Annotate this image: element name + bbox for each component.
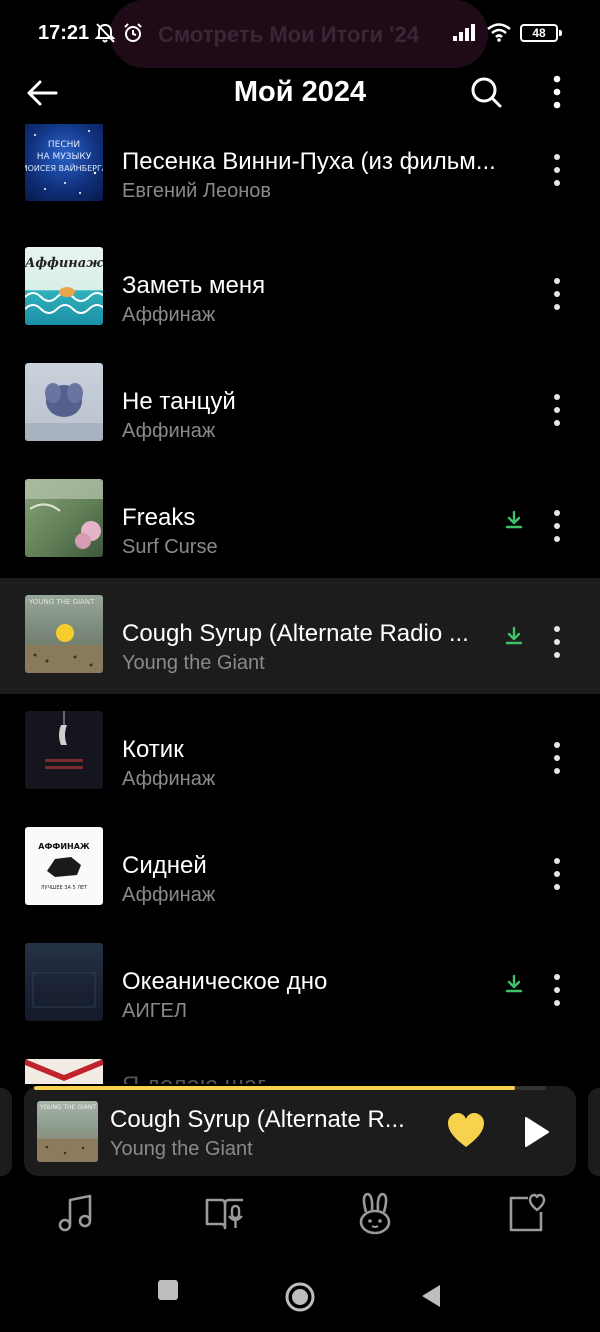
bottom-navigation <box>0 1190 600 1250</box>
cover-logo-text: Аффинаж <box>25 256 103 271</box>
kids-bunny-icon[interactable] <box>351 1190 399 1238</box>
album-cover <box>25 363 103 441</box>
track-more-icon[interactable] <box>547 972 567 1012</box>
mini-player[interactable]: YOUNG THE GIANT Cough Syrup (Alternate R… <box>24 1086 576 1176</box>
mini-player-area: YOUNG THE GIANT Cough Syrup (Alternate R… <box>0 1084 600 1178</box>
mini-player-cover-art: YOUNG THE GIANT <box>37 1104 98 1162</box>
search-icon[interactable] <box>466 72 506 112</box>
track-more-icon[interactable] <box>547 392 567 432</box>
playback-progress-bar[interactable] <box>34 1086 546 1090</box>
downloaded-icon <box>505 626 523 645</box>
track-list[interactable]: ПЕСНИ НА МУЗЫКУ МОИСЕЯ ВАЙНБЕРГА Песенка… <box>0 124 600 1084</box>
track-row[interactable]: Freaks Surf Curse <box>0 462 600 578</box>
album-cover-art: YOUNG THE GIANT <box>25 598 103 673</box>
cover-band-text: YOUNG THE GIANT <box>28 598 95 606</box>
track-title: Freaks <box>122 504 196 531</box>
mini-player-title: Cough Syrup (Alternate R... <box>110 1106 405 1133</box>
track-artist: Young the Giant <box>122 652 265 674</box>
track-more-icon[interactable] <box>547 856 567 896</box>
album-cover: АФФИНАЖ ЛУЧШЕЕ ЗА 5 ЛЕТ <box>25 827 103 905</box>
cover-band-text: АФФИНАЖ <box>38 842 90 851</box>
album-cover-art <box>25 479 103 549</box>
album-cover <box>25 1059 103 1084</box>
cover-line-2: НА МУЗЫКУ <box>37 152 92 162</box>
system-navigation-bar <box>0 1268 600 1332</box>
track-row[interactable]: Не танцуй Аффинаж <box>0 346 600 462</box>
track-more-icon[interactable] <box>547 508 567 548</box>
next-player-card[interactable] <box>588 1088 600 1176</box>
track-title: Я делаю шаг <box>122 1072 482 1084</box>
battery-indicator: 48 <box>520 24 562 42</box>
prev-player-card[interactable] <box>0 1088 12 1176</box>
status-time: 17:21 <box>38 22 90 44</box>
cover-subtext: ЛУЧШЕЕ ЗА 5 ЛЕТ <box>41 885 88 891</box>
mini-cover-band-text: YOUNG THE GIANT <box>39 1104 96 1111</box>
playback-progress-fill <box>34 1086 516 1090</box>
track-artist: Аффинаж <box>122 768 216 790</box>
track-title: Песенка Винни-Пуха (из фильм... <box>122 148 496 175</box>
alarm-icon <box>124 23 142 42</box>
track-title: Не танцуй <box>122 388 236 415</box>
year-summary-banner[interactable]: Смотреть Мои Итоги '24 <box>110 0 488 68</box>
album-cover: YOUNG THE GIANT <box>25 595 103 673</box>
track-more-icon[interactable] <box>547 740 567 780</box>
track-more-icon[interactable] <box>547 152 567 192</box>
album-cover <box>25 711 103 789</box>
track-title: Заметь меня <box>122 272 266 299</box>
mini-player-cover: YOUNG THE GIANT <box>37 1101 98 1162</box>
track-artist: АИГЕЛ <box>122 1000 188 1022</box>
track-artist: Евгений Леонов <box>122 180 272 202</box>
album-cover-art <box>25 383 103 441</box>
album-cover-art <box>45 711 83 769</box>
bell-off-icon <box>94 23 116 43</box>
more-options-icon[interactable] <box>540 72 574 112</box>
page-title: Мой 2024 <box>233 76 367 108</box>
album-cover: Аффинаж <box>25 247 103 325</box>
track-artist: Аффинаж <box>122 420 216 442</box>
album-cover <box>25 943 103 1021</box>
album-cover-art <box>32 972 96 1008</box>
recent-apps-icon[interactable] <box>156 1278 180 1302</box>
cover-line-1: ПЕСНИ <box>48 140 80 150</box>
wifi-icon <box>487 23 511 42</box>
album-cover <box>25 479 103 557</box>
signal-icon <box>453 24 475 41</box>
back-triangle-icon[interactable] <box>418 1283 444 1309</box>
track-row[interactable]: Океаническое дно АИГЕЛ <box>0 926 600 1042</box>
track-more-icon[interactable] <box>547 276 567 316</box>
downloaded-icon <box>505 974 523 993</box>
track-row[interactable]: АФФИНАЖ ЛУЧШЕЕ ЗА 5 ЛЕТ Сидней Аффинаж <box>0 810 600 926</box>
track-title: Котик <box>122 736 184 763</box>
collection-heart-icon[interactable] <box>502 1190 550 1238</box>
cover-line-3: МОИСЕЯ ВАЙНБЕРГА <box>25 162 103 173</box>
album-cover-art: Аффинаж <box>25 256 103 314</box>
status-bar: Смотреть Мои Итоги '24 17:21 48 <box>0 0 600 68</box>
track-row[interactable]: Я делаю шаг <box>0 1042 600 1084</box>
track-artist: Аффинаж <box>122 304 216 326</box>
music-note-icon[interactable] <box>52 1190 100 1238</box>
track-more-icon[interactable] <box>547 624 567 664</box>
track-title: Океаническое дно <box>122 968 328 995</box>
track-artist: Аффинаж <box>122 884 216 906</box>
album-cover-art <box>25 1059 103 1081</box>
podcast-book-icon[interactable] <box>201 1190 249 1238</box>
album-cover-art: ПЕСНИ НА МУЗЫКУ МОИСЕЯ ВАЙНБЕРГА <box>25 130 103 194</box>
home-icon[interactable] <box>284 1281 316 1313</box>
track-row[interactable]: Аффинаж Заметь меня Аффинаж <box>0 230 600 346</box>
app-header: Мой 2024 <box>0 64 600 124</box>
album-cover-art: АФФИНАЖ ЛУЧШЕЕ ЗА 5 ЛЕТ <box>38 842 90 891</box>
track-row[interactable]: Котик Аффинаж <box>0 694 600 810</box>
year-summary-banner-text[interactable]: Смотреть Мои Итоги '24 <box>158 22 419 48</box>
album-cover: ПЕСНИ НА МУЗЫКУ МОИСЕЯ ВАЙНБЕРГА <box>25 124 103 201</box>
heart-filled-icon[interactable] <box>446 1112 486 1150</box>
track-title: Сидней <box>122 852 207 879</box>
track-row[interactable]: ПЕСНИ НА МУЗЫКУ МОИСЕЯ ВАЙНБЕРГА Песенка… <box>0 124 600 230</box>
downloaded-icon <box>505 510 523 529</box>
track-row-playing[interactable]: YOUNG THE GIANT Cough Syrup (Alternate R… <box>0 578 600 694</box>
play-icon[interactable] <box>520 1114 552 1150</box>
mini-player-artist: Young the Giant <box>110 1138 253 1160</box>
track-artist: Surf Curse <box>122 536 218 558</box>
track-title: Cough Syrup (Alternate Radio ... <box>122 620 469 647</box>
